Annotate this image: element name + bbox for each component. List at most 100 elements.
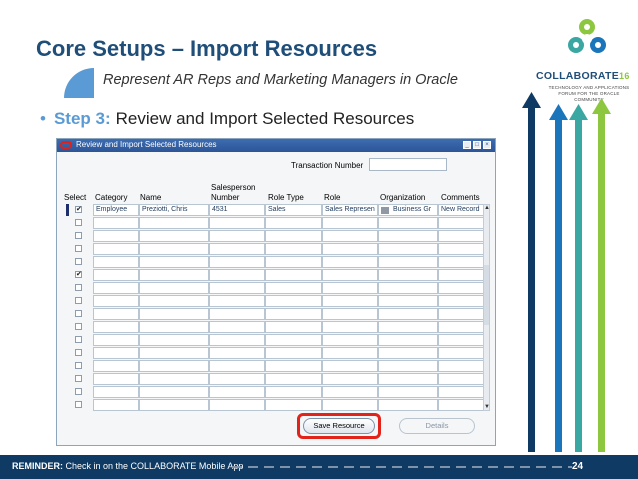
cell-role-type[interactable] — [265, 295, 322, 307]
cell-comments[interactable] — [438, 269, 484, 281]
cell-salesperson[interactable] — [209, 399, 265, 411]
cell-role-type[interactable] — [265, 321, 322, 333]
cell-role[interactable]: Sales Represen — [322, 204, 378, 216]
scroll-down-icon[interactable]: ▼ — [484, 404, 490, 410]
cell-salesperson[interactable] — [209, 282, 265, 294]
cell-comments[interactable] — [438, 243, 484, 255]
cell-category[interactable] — [93, 334, 139, 346]
close-icon[interactable]: × — [483, 141, 491, 149]
select-checkbox[interactable] — [75, 284, 82, 291]
cell-category[interactable] — [93, 282, 139, 294]
cell-salesperson[interactable] — [209, 256, 265, 268]
cell-organization[interactable] — [378, 321, 438, 333]
cell-category[interactable] — [93, 308, 139, 320]
lov-icon[interactable] — [381, 207, 389, 214]
cell-comments[interactable]: New Record — [438, 204, 484, 216]
cell-salesperson[interactable] — [209, 386, 265, 398]
cell-role[interactable] — [322, 334, 378, 346]
cell-role-type[interactable]: Sales — [265, 204, 322, 216]
minimize-icon[interactable]: _ — [463, 141, 471, 149]
select-checkbox[interactable] — [75, 336, 82, 343]
select-checkbox[interactable] — [75, 310, 82, 317]
select-checkbox[interactable]: ✔ — [75, 206, 82, 213]
cell-role[interactable] — [322, 386, 378, 398]
cell-role-type[interactable] — [265, 217, 322, 229]
select-checkbox[interactable] — [75, 401, 82, 408]
cell-organization[interactable] — [378, 347, 438, 359]
cell-role[interactable] — [322, 373, 378, 385]
cell-role-type[interactable] — [265, 373, 322, 385]
cell-name[interactable] — [139, 295, 209, 307]
cell-name[interactable] — [139, 282, 209, 294]
scroll-thumb[interactable] — [484, 265, 489, 325]
cell-category[interactable] — [93, 256, 139, 268]
cell-name[interactable] — [139, 217, 209, 229]
cell-role[interactable] — [322, 399, 378, 411]
cell-name[interactable] — [139, 256, 209, 268]
cell-role[interactable] — [322, 308, 378, 320]
cell-comments[interactable] — [438, 334, 484, 346]
select-checkbox[interactable] — [75, 375, 82, 382]
maximize-icon[interactable]: □ — [473, 141, 481, 149]
cell-salesperson[interactable] — [209, 321, 265, 333]
cell-category[interactable] — [93, 295, 139, 307]
select-checkbox[interactable] — [75, 245, 82, 252]
select-checkbox[interactable] — [75, 219, 82, 226]
cell-salesperson[interactable] — [209, 360, 265, 372]
cell-organization[interactable] — [378, 269, 438, 281]
cell-name[interactable] — [139, 373, 209, 385]
cell-comments[interactable] — [438, 386, 484, 398]
cell-category[interactable] — [93, 399, 139, 411]
cell-comments[interactable] — [438, 347, 484, 359]
cell-organization[interactable] — [378, 386, 438, 398]
cell-category[interactable] — [93, 321, 139, 333]
cell-role-type[interactable] — [265, 282, 322, 294]
cell-comments[interactable] — [438, 373, 484, 385]
select-checkbox[interactable] — [75, 258, 82, 265]
details-button[interactable]: Details — [399, 418, 475, 434]
cell-organization[interactable] — [378, 360, 438, 372]
cell-role[interactable] — [322, 230, 378, 242]
cell-organization[interactable] — [378, 217, 438, 229]
cell-name[interactable] — [139, 230, 209, 242]
select-checkbox[interactable] — [75, 362, 82, 369]
select-checkbox[interactable]: ✔ — [75, 271, 82, 278]
cell-category[interactable] — [93, 217, 139, 229]
grid-scrollbar[interactable]: ▲ ▼ — [483, 204, 490, 411]
cell-name[interactable] — [139, 269, 209, 281]
cell-salesperson[interactable] — [209, 295, 265, 307]
cell-comments[interactable] — [438, 217, 484, 229]
cell-salesperson[interactable] — [209, 269, 265, 281]
cell-name[interactable] — [139, 243, 209, 255]
cell-name[interactable] — [139, 347, 209, 359]
cell-name[interactable]: Preziotti, Chris — [139, 204, 209, 216]
cell-organization[interactable] — [378, 399, 438, 411]
cell-category[interactable]: Employee — [93, 204, 139, 216]
cell-organization[interactable] — [378, 308, 438, 320]
select-checkbox[interactable] — [75, 388, 82, 395]
transaction-number-input[interactable] — [369, 158, 447, 171]
cell-salesperson[interactable] — [209, 334, 265, 346]
cell-role-type[interactable] — [265, 243, 322, 255]
cell-role-type[interactable] — [265, 347, 322, 359]
cell-category[interactable] — [93, 373, 139, 385]
cell-category[interactable] — [93, 243, 139, 255]
cell-category[interactable] — [93, 269, 139, 281]
cell-comments[interactable] — [438, 230, 484, 242]
cell-comments[interactable] — [438, 282, 484, 294]
cell-role-type[interactable] — [265, 360, 322, 372]
cell-role-type[interactable] — [265, 230, 322, 242]
cell-role[interactable] — [322, 256, 378, 268]
cell-name[interactable] — [139, 334, 209, 346]
cell-organization[interactable] — [378, 295, 438, 307]
cell-role-type[interactable] — [265, 399, 322, 411]
cell-comments[interactable] — [438, 321, 484, 333]
cell-role[interactable] — [322, 269, 378, 281]
cell-salesperson[interactable] — [209, 347, 265, 359]
select-checkbox[interactable] — [75, 323, 82, 330]
cell-role[interactable] — [322, 360, 378, 372]
cell-role-type[interactable] — [265, 308, 322, 320]
cell-category[interactable] — [93, 360, 139, 372]
cell-role-type[interactable] — [265, 269, 322, 281]
cell-role[interactable] — [322, 217, 378, 229]
